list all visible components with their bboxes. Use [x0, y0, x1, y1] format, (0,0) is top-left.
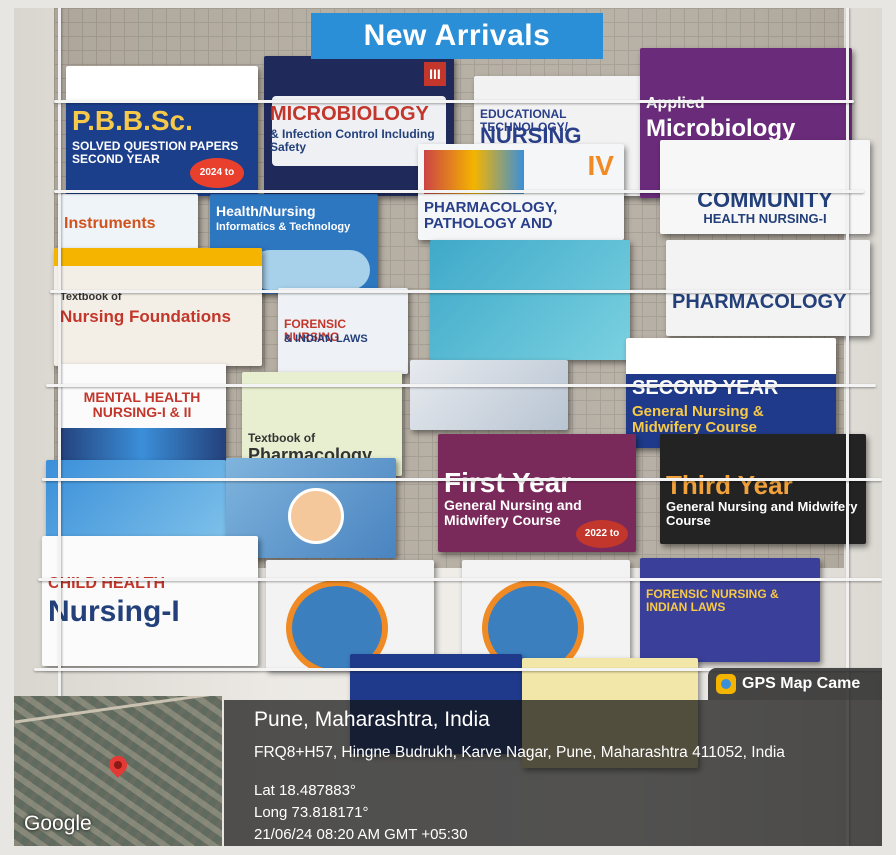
book-title: Third Year	[666, 470, 793, 500]
longitude: Long 73.818171°	[254, 804, 369, 821]
book-community-health: COMMUNITY HEALTH NURSING-I	[660, 140, 870, 234]
book-blue-cover	[46, 460, 226, 540]
map-thumbnail: Google	[14, 696, 222, 846]
rack-rail	[54, 190, 864, 193]
book-badge: 2022 to 2008	[576, 520, 628, 548]
book-child-health: CHILD HEALTH Nursing-I	[42, 536, 258, 666]
rack-rail	[50, 290, 870, 293]
book-title: Microbiology	[646, 115, 796, 142]
camera-icon	[716, 673, 736, 694]
book-forensic-nursing-1: FORENSIC NURSING & INDIAN LAWS	[278, 288, 408, 374]
book-title: FORENSIC NURSING & INDIAN LAWS	[646, 587, 779, 614]
book-title: MENTAL HEALTH NURSING-I & II	[83, 389, 201, 420]
book-teal-cover	[430, 240, 630, 360]
book-title: Nursing Foundations	[60, 307, 231, 326]
gps-info-panel: Pune, Maharashtra, India FRQ8+H57, Hingn…	[224, 700, 882, 846]
book-title: P.B.B.Sc.	[72, 105, 193, 136]
book-subtitle: General Nursing & Midwifery Course	[632, 403, 764, 436]
book-pbbsc: P.B.B.Sc. SOLVED QUESTION PAPERS SECOND …	[66, 66, 258, 196]
book-pharmacology-1: PHARMACOLOGY	[666, 240, 870, 336]
book-badge: III	[424, 62, 446, 86]
book-title: SECOND YEAR	[632, 377, 779, 399]
book-subtitle: General Nursing and Midwifery Course	[666, 499, 858, 528]
book-subtitle: Informatics & Technology	[216, 221, 351, 233]
book-subtitle: & INDIAN LAWS	[284, 333, 368, 345]
location-address: FRQ8+H57, Hingne Budrukh, Karve Nagar, P…	[254, 744, 785, 761]
new-arrivals-banner: New Arrivals	[311, 13, 603, 59]
book-mental-health: MENTAL HEALTH NURSING-I & II	[58, 364, 226, 462]
book-title: Nursing-I	[48, 595, 180, 628]
book-title: PHARMACOLOGY, PATHOLOGY AND	[424, 199, 558, 232]
rack-rail	[42, 478, 882, 481]
book-title: Health/Nursing	[216, 203, 316, 219]
book-forensic-nursing-2: FORENSIC NURSING & INDIAN LAWS	[640, 558, 820, 662]
book-title: Instruments	[64, 215, 156, 232]
rack-rail	[54, 100, 854, 103]
book-subtitle: Textbook of	[60, 291, 122, 303]
rack-rail	[38, 578, 882, 581]
book-subtitle: Applied	[646, 95, 705, 112]
location-title: Pune, Maharashtra, India	[254, 708, 490, 731]
map-provider-label: Google	[24, 812, 92, 835]
book-badge: 2024 to 2008	[190, 158, 244, 188]
book-title: PHARMACOLOGY	[672, 291, 847, 313]
rack-rail	[46, 384, 876, 387]
book-title: MICROBIOLOGY	[270, 103, 429, 125]
book-subtitle: Textbook of	[248, 431, 316, 445]
latitude: Lat 18.487883°	[254, 782, 356, 799]
book-first-year: First Year General Nursing and Midwifery…	[438, 434, 636, 552]
photo-frame: P.B.B.Sc. SOLVED QUESTION PAPERS SECOND …	[0, 0, 896, 855]
bookshelf-photo: P.B.B.Sc. SOLVED QUESTION PAPERS SECOND …	[14, 8, 882, 846]
gps-app-name: GPS Map Came	[742, 675, 861, 692]
gps-app-badge: GPS Map Came	[708, 668, 882, 700]
book-subtitle: HEALTH NURSING-I	[703, 211, 827, 226]
book-third-year: Third Year General Nursing and Midwifery…	[660, 434, 866, 544]
book-badge: IV	[587, 150, 614, 181]
book-dna-cover	[410, 360, 568, 430]
book-instruments: Instruments	[58, 194, 198, 250]
book-nursing-foundations: Textbook of Nursing Foundations	[54, 248, 262, 366]
book-second-year: SECOND YEAR General Nursing & Midwifery …	[626, 338, 836, 448]
book-title: First Year	[444, 467, 572, 498]
timestamp: 21/06/24 08:20 AM GMT +05:30	[254, 826, 468, 843]
